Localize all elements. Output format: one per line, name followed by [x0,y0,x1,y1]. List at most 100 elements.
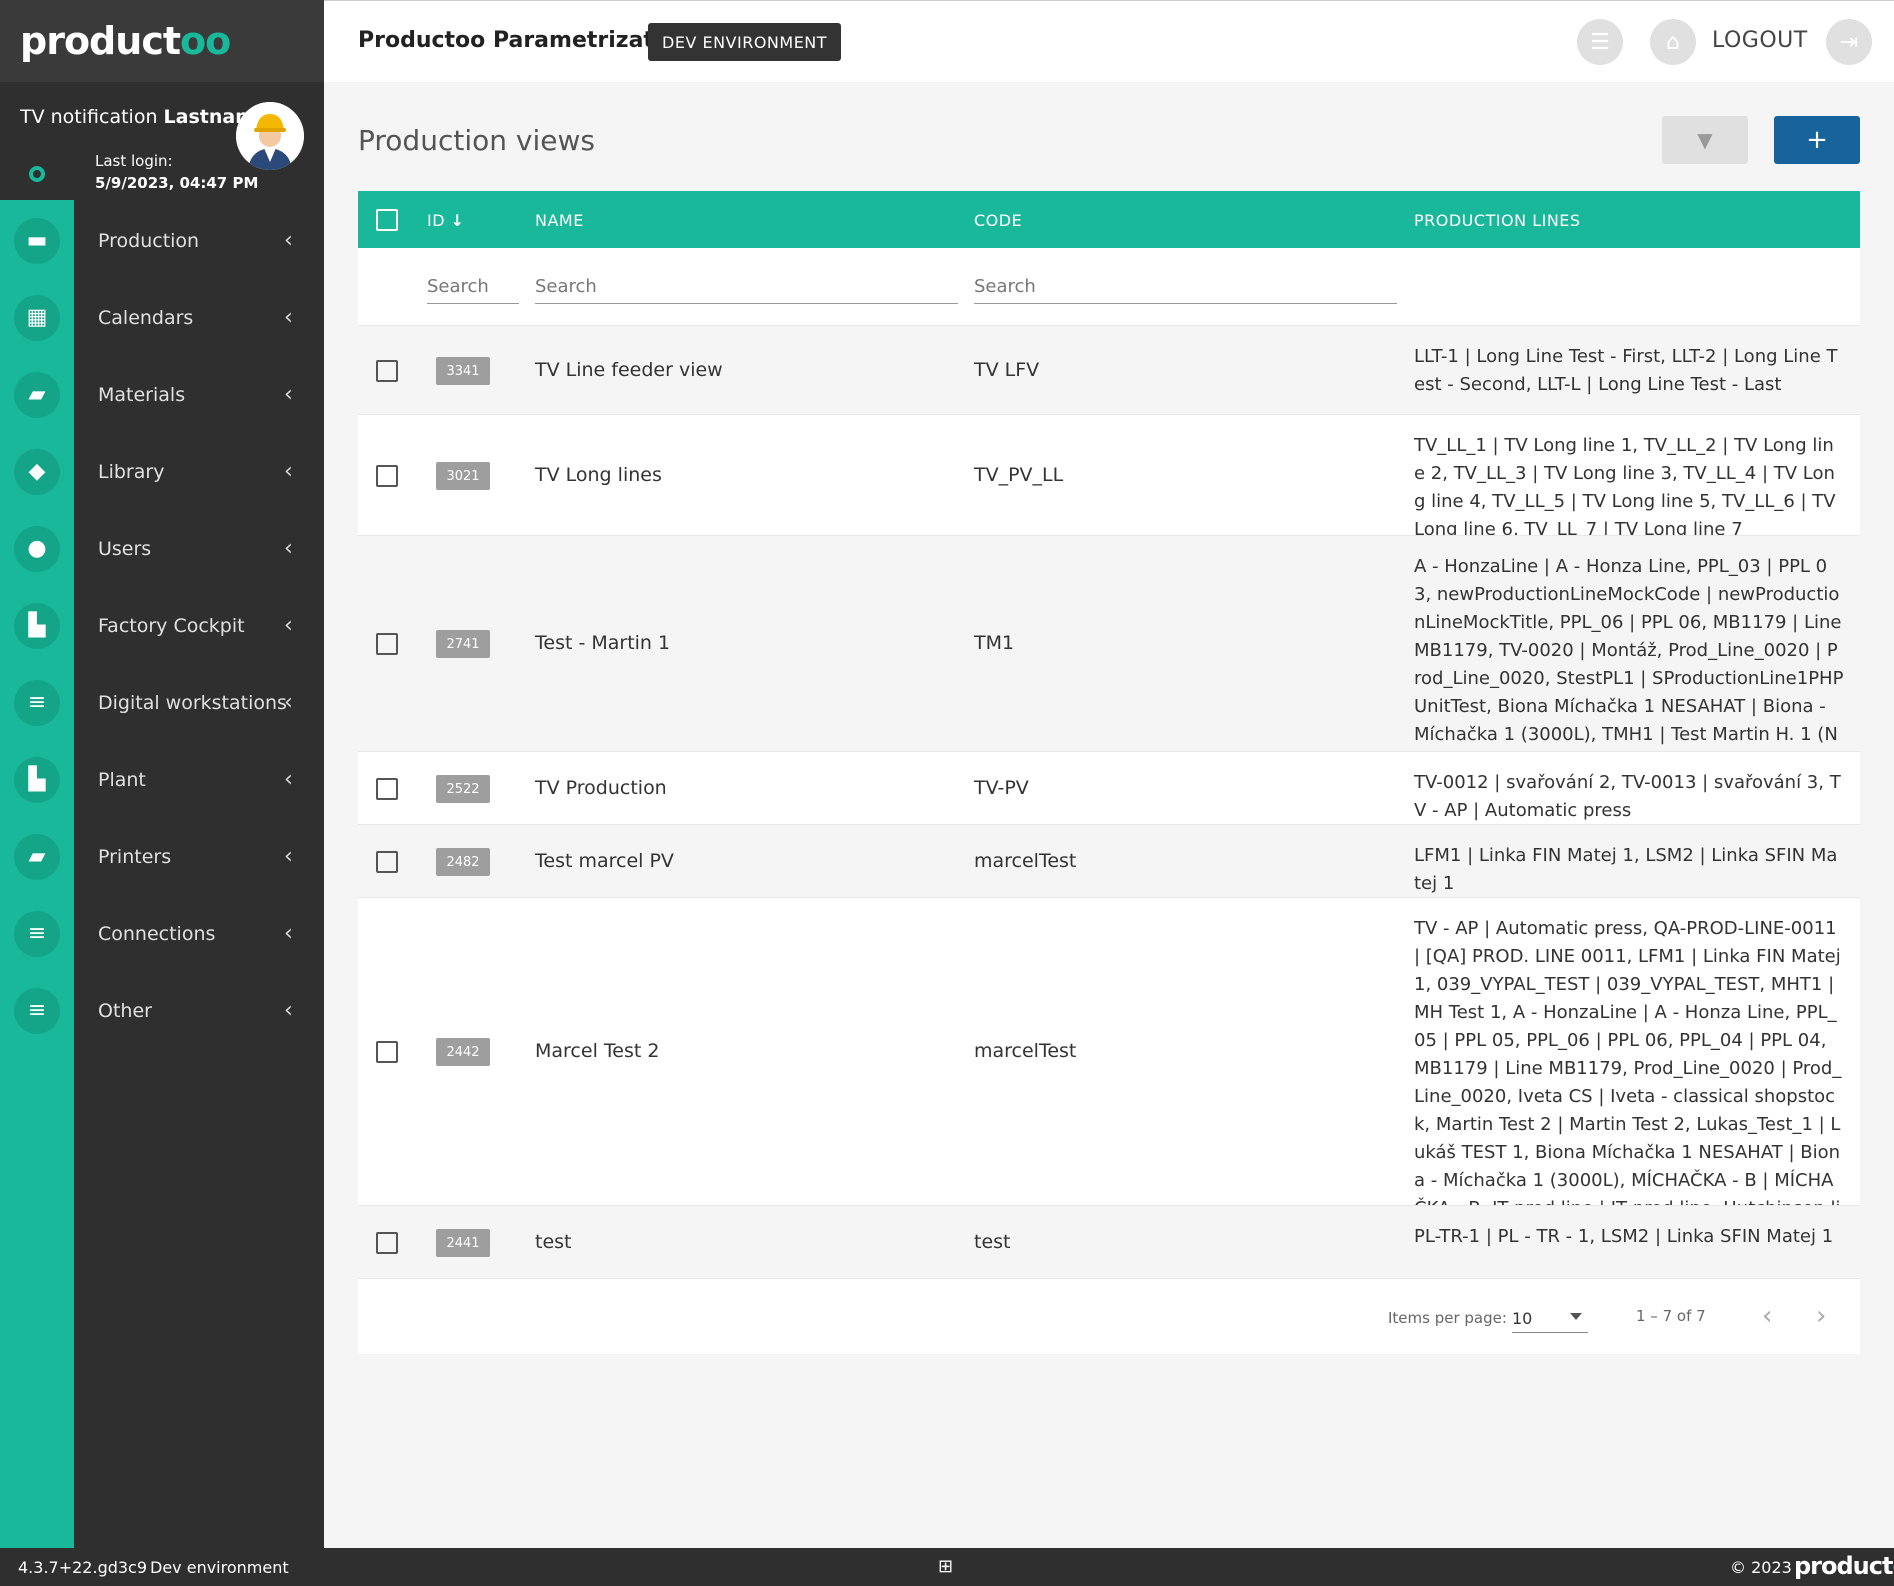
sidebar-item-label: Materials [98,383,186,406]
cell-name: Test - Martin 1 [535,632,671,654]
table-body: 3341 TV Line feeder view TV LFV LLT-1 | Lon… [358,325,1860,1278]
row-checkbox[interactable] [376,851,398,873]
cell-name: Marcel Test 2 [535,1040,660,1062]
cell-production-lines: TV-0012 | svařování 2, TV-0013 | svařová… [1414,772,1841,821]
sidebar-item-label: Other [98,999,152,1022]
paginator: Items per page: 10 1 – 7 of 7 ‹ › [358,1278,1860,1354]
app-title: Productoo Parametrization [358,28,693,53]
cell-production-lines: LLT-1 | Long Line Test - First, LLT-2 | … [1414,346,1838,395]
chevron-left-icon[interactable]: ‹ [284,536,293,561]
sidebar-item-label: Factory Cockpit [98,614,245,637]
sidebar-item-label: Production [98,229,200,252]
search-row: Search Search Search [358,248,1860,325]
environment-label: Dev environment [150,1558,289,1577]
logout-icon[interactable]: ⇥ [1826,19,1872,65]
chevron-left-icon[interactable]: ‹ [284,305,293,330]
cell-code: test [974,1231,1011,1253]
chevron-left-icon[interactable]: ‹ [284,844,293,869]
logo[interactable]: productoo [0,0,324,82]
sidebar: productoo TV notification Lastname Last … [0,0,324,1548]
page-range-label: 1 – 7 of 7 [1636,1307,1706,1325]
printer-folder-icon: ▰ [14,833,60,880]
filter-button[interactable]: ▼ [1662,116,1748,164]
chevron-left-icon[interactable]: ‹ [284,382,293,407]
id-badge: 2442 [436,1038,490,1066]
name-search-input[interactable]: Search [535,270,958,304]
previous-page-button[interactable]: ‹ [1762,1301,1772,1331]
sidebar-item-factory-cockpit[interactable]: ▙ Factory Cockpit ‹ [0,587,324,664]
table-row[interactable]: 2442 Marcel Test 2 marcelTest TV - AP | Aut… [358,897,1860,1247]
chevron-left-icon[interactable]: ‹ [284,613,293,638]
sidebar-item-label: Connections [98,922,216,945]
code-search-input[interactable]: Search [974,270,1397,304]
row-checkbox[interactable] [376,1232,398,1254]
sidebar-item-production[interactable]: ▬ Production ‹ [0,202,324,279]
tags-icon: ◆ [14,448,60,495]
logout-button[interactable]: LOGOUT [1712,28,1808,53]
table-row[interactable]: 3341 TV Line feeder view TV LFV LLT-1 | Lon… [358,325,1860,414]
row-checkbox[interactable] [376,465,398,487]
align-list-icon: ≡ [14,679,60,726]
id-search-input[interactable]: Search [427,270,519,304]
cell-name: TV Line feeder view [535,359,723,381]
footer: 4.3.7+22.gd3c9 Dev environment ⊞ © 2023 … [0,1548,1894,1586]
sidebar-item-label: Printers [98,845,172,868]
logo-text: productoo [20,19,231,63]
table-row[interactable]: 3021 TV Long lines TV_PV_LL TV_LL_1 | TV Lo… [358,414,1860,540]
cell-code: marcelTest [974,850,1077,872]
list-menu-icon[interactable]: ☰ [1577,19,1623,65]
sidebar-item-other[interactable]: ≡ Other ‹ [0,972,324,1049]
items-per-page-select[interactable]: 10 [1512,1303,1588,1333]
dropdown-caret-icon [1570,1313,1582,1320]
home-icon[interactable]: ⌂ [1650,19,1696,65]
table-row[interactable]: 2441 test test PL-TR-1 | PL - TR - 1, LSM2 … [358,1205,1860,1278]
filter-icon: ▼ [1697,128,1713,152]
id-badge: 2482 [436,848,490,876]
column-header-code[interactable]: CODE [974,211,1022,230]
last-login-value: 5/9/2023, 04:47 PM [95,174,259,192]
column-header-name[interactable]: NAME [535,211,584,230]
other-list-icon: ≡ [14,987,60,1034]
cell-code: TM1 [974,632,1015,654]
table-row[interactable]: 2522 TV Production TV-PV TV-0012 | svařován… [358,751,1860,824]
status-online-icon [29,166,45,182]
sidebar-item-materials[interactable]: ▰ Materials ‹ [0,356,324,433]
row-checkbox[interactable] [376,360,398,382]
sidebar-item-users[interactable]: ● Users ‹ [0,510,324,587]
chevron-left-icon[interactable]: ‹ [284,998,293,1023]
column-header-id[interactable]: ID ↓ [427,211,465,230]
sidebar-item-label: Library [98,460,165,483]
cell-code: marcelTest [974,1040,1077,1062]
cell-name: test [535,1231,572,1253]
chevron-left-icon[interactable]: ‹ [284,921,293,946]
add-button[interactable]: + [1774,116,1860,164]
production-views-table: ID ↓ NAME CODE PRODUCTION LINES Search S… [358,191,1860,1354]
sidebar-item-digital-workstations[interactable]: ≡ Digital workstations ‹ [0,664,324,741]
page-title: Production views [358,124,595,157]
sidebar-item-printers[interactable]: ▰ Printers ‹ [0,818,324,895]
chevron-left-icon[interactable]: ‹ [284,459,293,484]
chevron-left-icon[interactable]: ‹ [284,690,293,715]
cell-production-lines: LFM1 | Linka FIN Matej 1, LSM2 | Linka S… [1414,845,1838,894]
last-login-label: Last login: [95,152,173,170]
grid-icon[interactable]: ⊞ [938,1556,953,1577]
sidebar-item-label: Calendars [98,306,194,329]
avatar[interactable] [236,102,304,170]
chevron-left-icon[interactable]: ‹ [284,767,293,792]
sidebar-item-library[interactable]: ◆ Library ‹ [0,433,324,510]
plus-icon: + [1806,125,1828,155]
cell-production-lines: PL-TR-1 | PL - TR - 1, LSM2 | Linka SFIN… [1414,1226,1834,1247]
row-checkbox[interactable] [376,633,398,655]
column-header-production-lines[interactable]: PRODUCTION LINES [1414,211,1581,230]
row-checkbox[interactable] [376,778,398,800]
select-all-checkbox[interactable] [376,209,398,231]
top-bar: Productoo Parametrization DEV ENVIRONMEN… [324,0,1894,82]
sidebar-item-calendars[interactable]: ▦ Calendars ‹ [0,279,324,356]
table-row[interactable]: 2482 Test marcel PV marcelTest LFM1 | Linka… [358,824,1860,897]
row-checkbox[interactable] [376,1041,398,1063]
sidebar-item-connections[interactable]: ≡ Connections ‹ [0,895,324,972]
sidebar-item-plant[interactable]: ▙ Plant ‹ [0,741,324,818]
chevron-left-icon[interactable]: ‹ [284,228,293,253]
table-row[interactable]: 2741 Test - Martin 1 TM1 A - HonzaLine | A … [358,535,1860,773]
next-page-button[interactable]: › [1816,1301,1826,1331]
